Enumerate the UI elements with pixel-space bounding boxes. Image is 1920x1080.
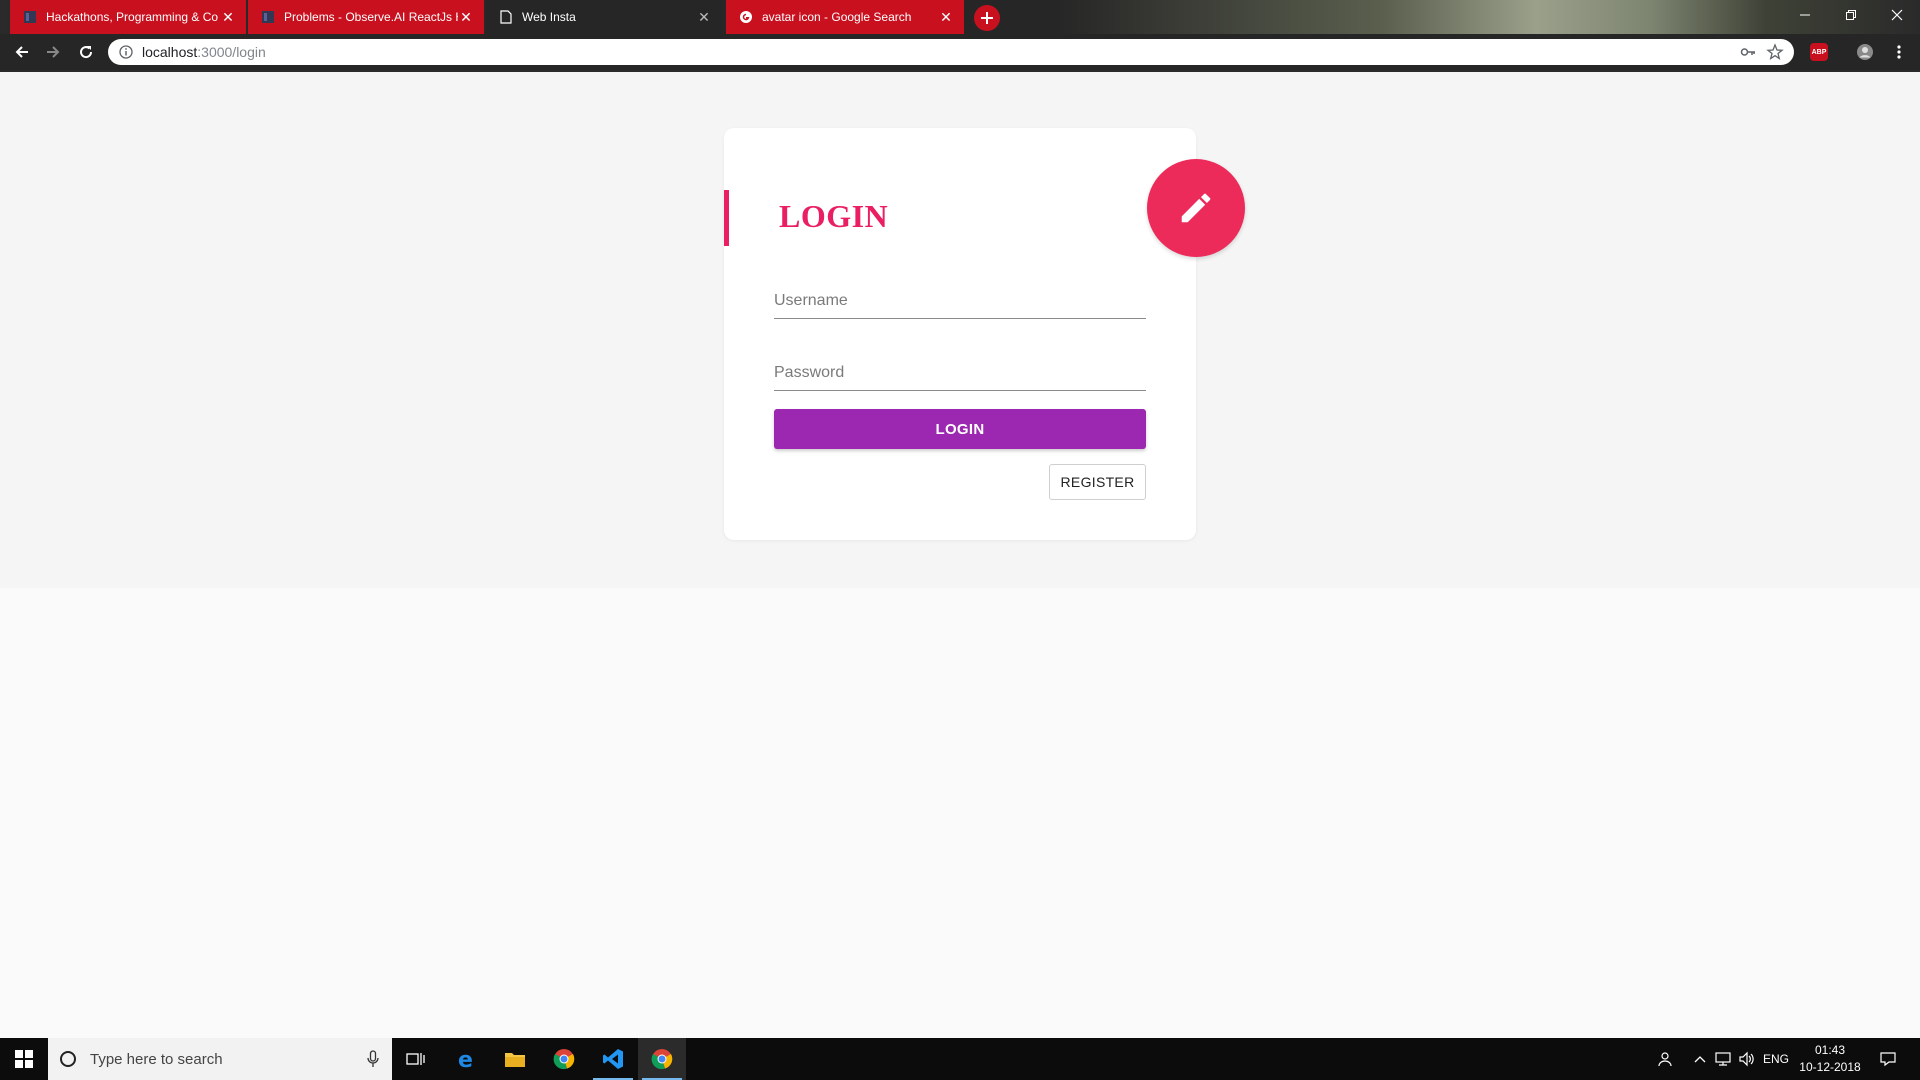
clock[interactable]: 01:43 10-12-2018 (1790, 1042, 1870, 1076)
username-field[interactable] (774, 286, 1146, 319)
tab-title: avatar icon - Google Search (762, 10, 912, 24)
volume-button[interactable] (1736, 1038, 1758, 1080)
edge-icon: e (458, 1048, 473, 1070)
url-host: localhost (142, 44, 198, 60)
info-icon[interactable] (118, 44, 134, 60)
tab-title: Web Insta (522, 10, 576, 24)
clock-time: 01:43 (1814, 1043, 1846, 1057)
new-tab-button[interactable] (974, 5, 1000, 31)
speaker-icon (1739, 1051, 1754, 1067)
register-button[interactable]: REGISTER (1049, 464, 1146, 500)
restore-icon (1846, 10, 1856, 20)
close-icon[interactable]: ✕ (938, 9, 954, 25)
back-button[interactable] (10, 40, 34, 64)
profile-avatar[interactable] (1852, 39, 1878, 65)
action-center-button[interactable] (1872, 1038, 1904, 1080)
tab-google-search[interactable]: avatar icon - Google Search ✕ (726, 0, 964, 34)
restore-button[interactable] (1828, 0, 1874, 30)
page-icon (498, 9, 514, 25)
address-bar[interactable]: localhost:3000/login (108, 39, 1794, 65)
username-input[interactable] (774, 286, 1146, 316)
kebab-menu-icon (1897, 45, 1901, 59)
edge-browser-button[interactable]: e (443, 1038, 491, 1080)
close-icon[interactable]: ✕ (220, 9, 236, 25)
tab-title: Problems - Observe.AI ReactJs H (284, 10, 458, 24)
notification-icon (1880, 1052, 1896, 1067)
tab-web-insta[interactable]: Web Insta ✕ (486, 0, 722, 34)
tab-title: Hackathons, Programming & Co (46, 10, 219, 24)
hackerearth-icon (260, 9, 276, 25)
people-button[interactable] (1652, 1038, 1676, 1080)
chrome-active-taskbar-button[interactable] (638, 1038, 686, 1080)
task-view-button[interactable] (392, 1038, 440, 1080)
title-accent-bar (724, 190, 729, 246)
login-title: LOGIN (779, 198, 889, 234)
login-card: LOGIN LOGIN REGISTER (724, 128, 1245, 540)
password-field[interactable] (774, 358, 1146, 391)
tab-strip: Hackathons, Programming & Co ✕ Problems … (0, 0, 1920, 34)
network-icon (1715, 1052, 1731, 1066)
star-icon[interactable] (1766, 43, 1784, 66)
microphone-icon[interactable] (366, 1050, 380, 1068)
language-indicator[interactable]: ENG (1760, 1038, 1792, 1080)
page-viewport: LOGIN LOGIN REGISTER (0, 72, 1920, 1038)
edit-fab-button[interactable] (1147, 159, 1245, 257)
clock-date: 10-12-2018 (1799, 1060, 1861, 1074)
reload-button[interactable] (74, 40, 98, 64)
network-button[interactable] (1712, 1038, 1734, 1080)
arrow-right-icon (47, 46, 60, 58)
tab-problems[interactable]: Problems - Observe.AI ReactJs H ✕ (248, 0, 484, 34)
arrow-left-icon (15, 46, 28, 58)
chrome-taskbar-button[interactable] (540, 1038, 588, 1080)
windows-taskbar: Type here to search e ENG 01:43 10-12-20… (0, 1038, 1920, 1080)
close-icon[interactable]: ✕ (696, 9, 712, 25)
people-icon (1658, 1052, 1672, 1067)
adblock-extension[interactable]: ABP (1806, 39, 1832, 65)
folder-icon (505, 1053, 525, 1067)
browser-toolbar: localhost:3000/login ABP (0, 34, 1920, 70)
svg-text:e: e (458, 1048, 473, 1070)
forward-button[interactable] (41, 40, 65, 64)
abp-icon: ABP (1810, 43, 1828, 61)
reload-icon (80, 46, 93, 59)
minimize-button[interactable] (1782, 0, 1828, 30)
close-icon (1891, 9, 1903, 21)
file-explorer-button[interactable] (491, 1038, 539, 1080)
url-text: localhost:3000/login (142, 44, 266, 60)
taskbar-search[interactable]: Type here to search (48, 1038, 392, 1080)
password-input[interactable] (774, 358, 1146, 388)
vscode-icon (603, 1049, 623, 1069)
key-icon[interactable] (1740, 44, 1756, 65)
cortana-icon (60, 1051, 76, 1067)
avatar-icon (1857, 44, 1873, 60)
vscode-taskbar-button[interactable] (589, 1038, 637, 1080)
menu-button[interactable] (1886, 39, 1912, 65)
tab-hackathons[interactable]: Hackathons, Programming & Co ✕ (10, 0, 246, 34)
chrome-icon (553, 1049, 575, 1070)
chrome-icon (651, 1049, 673, 1070)
task-view-icon (406, 1053, 425, 1065)
hackerearth-icon (22, 9, 38, 25)
close-window-button[interactable] (1874, 0, 1920, 30)
plus-icon (981, 12, 993, 24)
pencil-icon (1181, 193, 1211, 223)
windows-logo-icon (15, 1050, 33, 1068)
show-hidden-icons-button[interactable] (1688, 1038, 1712, 1080)
google-icon (738, 9, 754, 25)
start-button[interactable] (0, 1038, 48, 1080)
search-placeholder: Type here to search (90, 1050, 223, 1068)
minimize-icon (1800, 14, 1810, 16)
close-icon[interactable]: ✕ (458, 9, 474, 25)
login-button[interactable]: LOGIN (774, 409, 1146, 449)
chevron-up-icon (1694, 1056, 1706, 1063)
url-path: :3000/login (197, 44, 266, 60)
